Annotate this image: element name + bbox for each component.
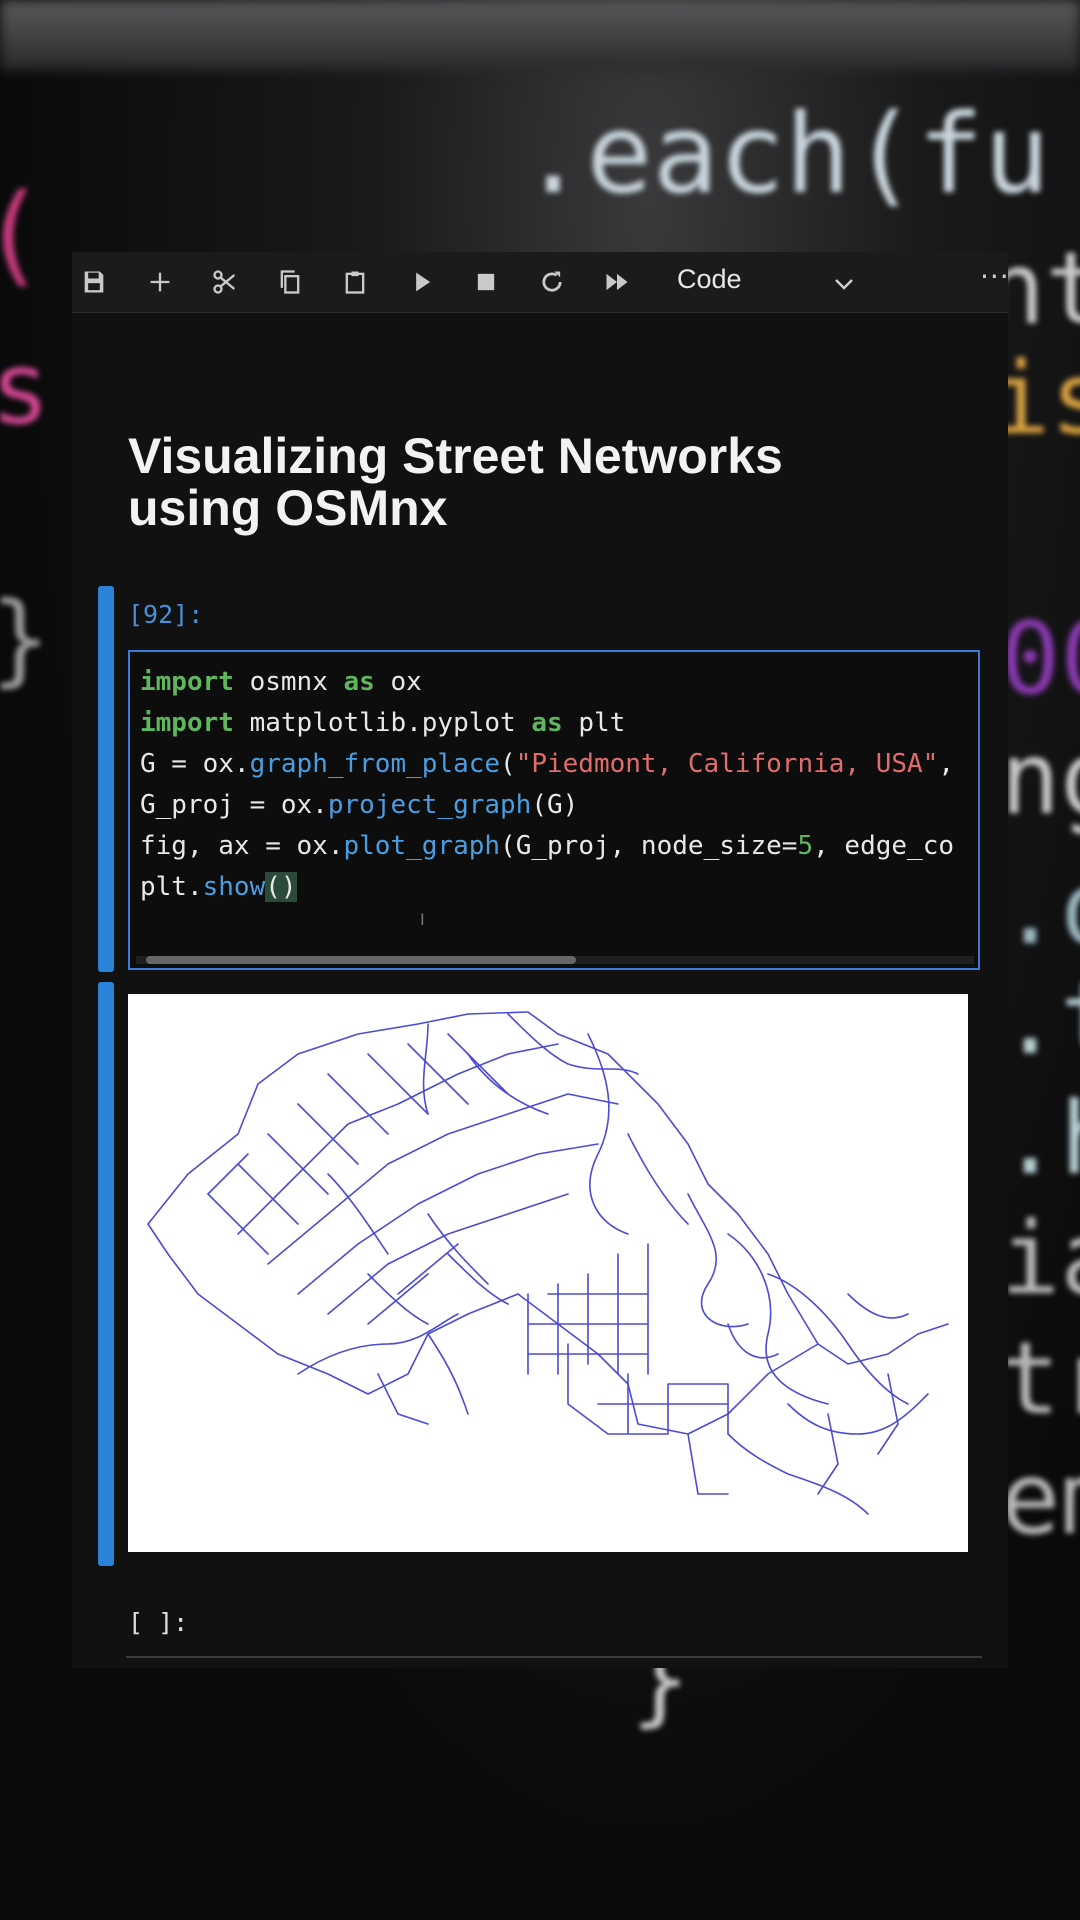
- function-name: graph_from_place: [249, 749, 501, 779]
- street-network-graph: [147, 1011, 949, 1515]
- street-edge: [787, 1393, 929, 1435]
- function-name: project_graph: [327, 790, 532, 820]
- street-edge: [627, 1133, 689, 1225]
- run-all-icon[interactable]: [597, 262, 637, 302]
- code-token: (): [265, 872, 297, 902]
- street-edge: [207, 1033, 509, 1255]
- function-name: plot_graph: [343, 831, 501, 861]
- street-edge: [727, 1323, 779, 1359]
- stop-icon[interactable]: [466, 262, 506, 302]
- street-edge: [327, 1173, 389, 1255]
- street-edge: [877, 1373, 899, 1455]
- street-edge: [327, 1093, 619, 1215]
- scrollbar-thumb[interactable]: [146, 956, 576, 964]
- street-edge: [147, 1011, 659, 1225]
- street-edge: [597, 1373, 729, 1435]
- code-token: ox: [390, 667, 422, 697]
- output-selection-bar[interactable]: [98, 982, 114, 1566]
- street-edge: [727, 1233, 829, 1405]
- code-token: (G_proj, node_size=: [500, 831, 798, 861]
- code-token: (: [500, 749, 516, 779]
- code-token: G = ox.: [140, 749, 250, 779]
- notebook-toolbar: Code ···: [72, 252, 1008, 313]
- code-token: plt.: [140, 872, 203, 902]
- empty-cell-prompt: [ ]:: [128, 1608, 189, 1637]
- cell-selection-bar[interactable]: [98, 586, 114, 972]
- street-edge: [847, 1293, 909, 1319]
- street-edge: [427, 1333, 469, 1415]
- street-edge: [687, 1433, 729, 1495]
- street-edge: [657, 1103, 819, 1345]
- horizontal-scrollbar[interactable]: [136, 956, 974, 964]
- notebook-panel: Code ··· Visualizing Street Networks usi…: [72, 252, 1008, 1668]
- restart-icon[interactable]: [532, 262, 572, 302]
- run-icon[interactable]: [402, 262, 442, 302]
- code-token: G_proj = ox.: [140, 790, 328, 820]
- street-edge: [422, 1023, 429, 1115]
- street-edge: [377, 1373, 429, 1425]
- cut-icon[interactable]: [205, 262, 245, 302]
- keyword: as: [343, 667, 375, 697]
- string-literal: "Piedmont, California, USA": [515, 749, 939, 779]
- code-token: plt: [578, 708, 626, 738]
- code-token: (G): [531, 790, 579, 820]
- street-edge: [447, 1253, 509, 1305]
- paste-icon[interactable]: [335, 262, 375, 302]
- code-token: , edge_co: [813, 831, 955, 861]
- code-token: osmnx: [249, 667, 328, 697]
- street-edge: [587, 1033, 629, 1235]
- add-icon[interactable]: [140, 262, 180, 302]
- street-edge: [357, 1143, 599, 1245]
- number-literal: 5: [797, 831, 814, 861]
- code-token: matplotlib.pyplot: [249, 708, 516, 738]
- copy-icon[interactable]: [270, 262, 310, 302]
- empty-code-cell[interactable]: [126, 1656, 982, 1668]
- street-edge: [817, 1413, 839, 1495]
- code-text[interactable]: import osmnx as ox import matplotlib.pyp…: [140, 662, 954, 908]
- code-token: ,: [938, 749, 954, 779]
- street-edge: [387, 1193, 569, 1265]
- keyword: import: [140, 667, 234, 697]
- street-edge: [687, 1193, 749, 1328]
- text-cursor-icon: I: [420, 910, 425, 929]
- code-editor[interactable]: import osmnx as ox import matplotlib.pyp…: [128, 650, 980, 970]
- code-token: fig, ax = ox.: [140, 831, 344, 861]
- page-title: Visualizing Street Networks using OSMnx: [128, 428, 783, 536]
- execution-count: [92]:: [128, 600, 204, 629]
- street-edge: [727, 1433, 869, 1515]
- street-edge: [767, 1273, 909, 1405]
- street-edge: [287, 1043, 559, 1185]
- street-network-plot: [128, 994, 968, 1552]
- cell-type-select[interactable]: Code: [677, 264, 742, 295]
- keyword: as: [531, 708, 563, 738]
- more-options-icon[interactable]: ···: [980, 260, 1008, 293]
- save-icon[interactable]: [74, 262, 114, 302]
- function-name: show: [202, 872, 266, 902]
- keyword: import: [140, 708, 234, 738]
- chevron-down-icon[interactable]: [832, 272, 856, 300]
